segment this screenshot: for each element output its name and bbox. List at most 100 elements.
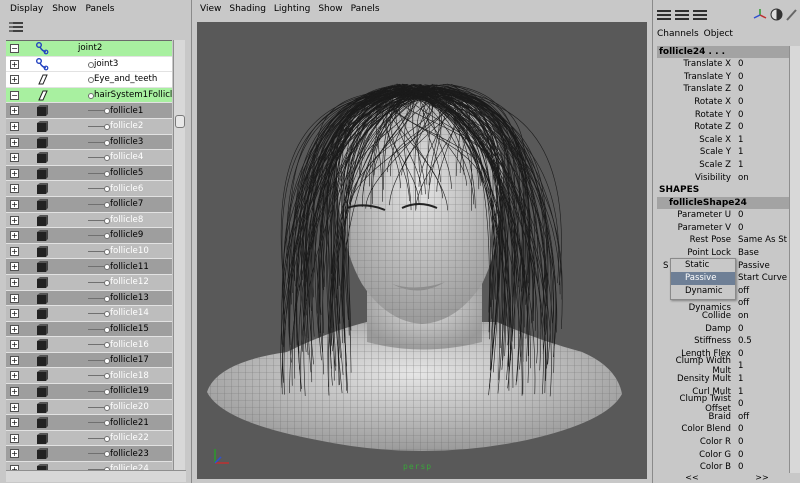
- attribute-value[interactable]: off: [735, 298, 789, 309]
- collapse-right-button[interactable]: >>: [755, 473, 768, 483]
- dropdown-option-dynamic[interactable]: Dynamic: [671, 285, 735, 298]
- shape-node-name[interactable]: follicleShape24: [657, 196, 789, 209]
- outliner-row[interactable]: + follicle9: [6, 228, 172, 244]
- menu-shading[interactable]: Shading: [229, 4, 266, 14]
- outliner-row[interactable]: + follicle14: [6, 306, 172, 322]
- attribute-value[interactable]: on: [735, 310, 789, 321]
- outliner-row[interactable]: + follicle21: [6, 415, 172, 431]
- attribute-row[interactable]: Color R 0: [657, 436, 789, 449]
- outliner-row[interactable]: + follicle5: [6, 165, 172, 182]
- menu-object[interactable]: Object: [704, 29, 733, 39]
- shading-sphere-icon[interactable]: [770, 8, 783, 21]
- attribute-value[interactable]: 1: [735, 160, 789, 171]
- outliner-row[interactable]: + follicle15: [6, 321, 172, 338]
- expand-icon[interactable]: +: [10, 231, 19, 241]
- expand-icon[interactable]: +: [10, 215, 19, 225]
- expand-icon[interactable]: +: [10, 184, 19, 194]
- attribute-value[interactable]: Start Curve: [735, 273, 789, 284]
- attribute-row[interactable]: Rotate X 0: [657, 96, 789, 109]
- axis-tool-icon[interactable]: [753, 8, 767, 22]
- outliner-row[interactable]: + follicle7: [6, 196, 172, 213]
- attribute-value[interactable]: 0: [735, 59, 789, 70]
- attribute-value[interactable]: 0: [735, 84, 789, 95]
- expand-icon[interactable]: +: [10, 293, 19, 303]
- attribute-row[interactable]: Scale X 1: [657, 134, 789, 147]
- dropdown-option-static[interactable]: Static: [671, 259, 735, 272]
- expand-icon[interactable]: +: [10, 262, 19, 272]
- attribute-value[interactable]: 0: [735, 449, 789, 460]
- attribute-row[interactable]: Parameter U 0: [657, 209, 789, 222]
- outliner-row[interactable]: + follicle18: [6, 368, 172, 385]
- menu-panels[interactable]: Panels: [85, 4, 114, 14]
- outliner-row[interactable]: + follicle17: [6, 352, 172, 369]
- menu-show-viewport[interactable]: Show: [318, 4, 342, 14]
- collapse-left-button[interactable]: <<: [685, 473, 698, 483]
- outliner-row[interactable]: + follicle19: [6, 384, 172, 400]
- outliner-row[interactable]: − joint2: [6, 41, 172, 57]
- attribute-value[interactable]: 0: [735, 210, 789, 221]
- outliner-row[interactable]: + follicle6: [6, 181, 172, 197]
- outliner-row[interactable]: + follicle24: [6, 462, 172, 470]
- expand-icon[interactable]: +: [10, 246, 19, 256]
- outliner-row[interactable]: + follicle4: [6, 150, 172, 166]
- attribute-editor-icon[interactable]: [675, 10, 689, 22]
- attribute-row[interactable]: Parameter V 0: [657, 222, 789, 235]
- expand-icon[interactable]: +: [10, 449, 19, 459]
- outliner-horizontal-scrollbar[interactable]: [6, 470, 186, 482]
- attribute-value[interactable]: off: [735, 285, 789, 296]
- attribute-value[interactable]: 1: [735, 386, 789, 397]
- outliner-expand-icon[interactable]: [9, 21, 23, 34]
- outliner-row[interactable]: + joint3: [6, 56, 172, 73]
- outliner-row[interactable]: + follicle16: [6, 337, 172, 353]
- attribute-row[interactable]: Translate Z 0: [657, 83, 789, 96]
- outliner-row[interactable]: + Eye_and_teeth: [6, 72, 172, 88]
- attribute-value[interactable]: 0: [735, 348, 789, 359]
- attribute-value[interactable]: 0: [735, 424, 789, 435]
- attribute-row[interactable]: Scale Y 1: [657, 146, 789, 159]
- attribute-value[interactable]: 0: [735, 71, 789, 82]
- outliner-row[interactable]: + follicle10: [6, 243, 172, 260]
- attribute-value[interactable]: 1: [735, 373, 789, 384]
- expand-icon[interactable]: +: [10, 355, 19, 365]
- attribute-value[interactable]: off: [735, 411, 789, 422]
- outliner-row[interactable]: + follicle1: [6, 103, 172, 119]
- collapse-icon[interactable]: −: [10, 90, 19, 100]
- attribute-row[interactable]: Color B 0: [657, 461, 789, 473]
- node-name[interactable]: follicle24 . . .: [657, 46, 789, 58]
- attribute-value[interactable]: 1: [735, 147, 789, 158]
- attribute-row[interactable]: Rotate Z 0: [657, 121, 789, 134]
- expand-icon[interactable]: +: [10, 137, 19, 147]
- attribute-value[interactable]: Passive: [735, 260, 789, 271]
- expand-icon[interactable]: +: [10, 199, 19, 209]
- attribute-row[interactable]: Density Mult 1: [657, 373, 789, 386]
- 3d-scene[interactable]: persp: [197, 22, 647, 479]
- attribute-value[interactable]: 0: [735, 462, 789, 473]
- attribute-row[interactable]: Rotate Y 0: [657, 108, 789, 121]
- menu-lighting[interactable]: Lighting: [274, 4, 310, 14]
- outliner-row[interactable]: + follicle13: [6, 290, 172, 307]
- expand-icon[interactable]: +: [10, 121, 19, 131]
- attribute-value[interactable]: on: [735, 172, 789, 183]
- attribute-row[interactable]: Scale Z 1: [657, 159, 789, 172]
- expand-icon[interactable]: +: [10, 75, 19, 85]
- expand-icon[interactable]: +: [10, 168, 19, 178]
- expand-icon[interactable]: +: [10, 371, 19, 381]
- attribute-value[interactable]: Base: [735, 248, 789, 259]
- expand-icon[interactable]: +: [10, 387, 19, 397]
- outliner-row[interactable]: + follicle22: [6, 430, 172, 447]
- attribute-row[interactable]: Visibility on: [657, 171, 789, 184]
- outliner-row[interactable]: + follicle20: [6, 399, 172, 416]
- channel-box-scrollbar[interactable]: [789, 46, 800, 473]
- attribute-value[interactable]: Same As St: [735, 235, 789, 246]
- attribute-value[interactable]: 0: [735, 97, 789, 108]
- menu-panels-viewport[interactable]: Panels: [351, 4, 380, 14]
- outliner-scroll-thumb[interactable]: [175, 115, 185, 128]
- expand-icon[interactable]: +: [10, 106, 19, 116]
- attribute-value[interactable]: 0.5: [735, 336, 789, 347]
- expand-icon[interactable]: +: [10, 309, 19, 319]
- attribute-row[interactable]: Braid off: [657, 410, 789, 423]
- attribute-row[interactable]: Clump Twist Offset 0: [657, 394, 789, 414]
- menu-show[interactable]: Show: [52, 4, 76, 14]
- expand-icon[interactable]: +: [10, 153, 19, 163]
- expand-icon[interactable]: +: [10, 433, 19, 443]
